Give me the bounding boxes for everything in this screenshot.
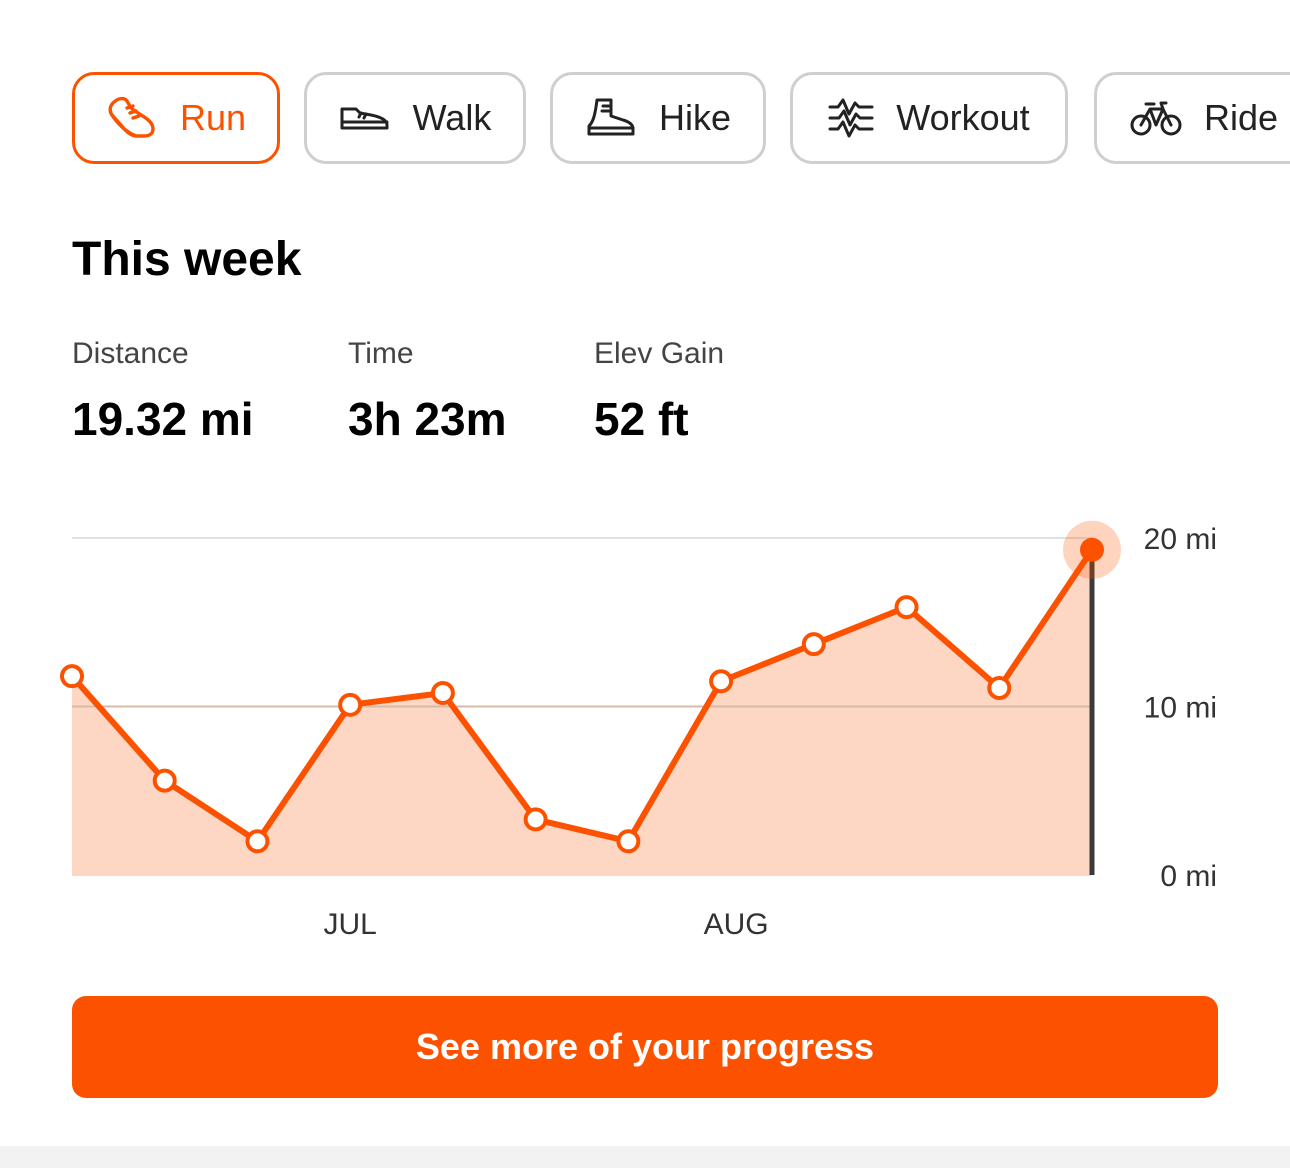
bottom-divider	[0, 1146, 1290, 1168]
tab-ride[interactable]: Ride	[1094, 72, 1290, 164]
stat-value: 3h 23m	[348, 393, 507, 445]
section-title: This week	[72, 233, 302, 286]
stat-label: Distance	[72, 337, 189, 370]
data-point	[801, 632, 826, 657]
stat-elev-gain: Elev Gain 52 ft	[594, 336, 724, 446]
stat-distance: Distance 19.32 mi	[72, 336, 254, 446]
activity-tabs: Run Walk Hike Workout Ride	[72, 72, 1290, 168]
see-progress-button[interactable]: See more of your progress	[72, 996, 1218, 1098]
shoe-run-icon	[106, 94, 158, 142]
y-tick-label: 0 mi	[1160, 860, 1217, 893]
boot-hike-icon	[585, 96, 637, 140]
stat-label: Time	[348, 337, 414, 370]
tab-label: Hike	[658, 97, 732, 138]
data-point	[523, 807, 548, 832]
y-tick-label: 20 mi	[1144, 523, 1217, 556]
area-fill	[72, 549, 1092, 875]
shoe-walk-icon	[339, 101, 391, 135]
tab-label: Ride	[1203, 97, 1279, 138]
data-point	[60, 664, 84, 689]
data-point	[152, 768, 177, 793]
data-point	[430, 681, 455, 706]
tab-run[interactable]: Run	[72, 72, 280, 164]
data-point	[616, 829, 641, 854]
tab-label: Workout	[896, 97, 1030, 138]
y-tick-label: 10 mi	[1144, 692, 1217, 725]
data-point	[245, 829, 270, 854]
tab-workout[interactable]: Workout	[790, 72, 1068, 164]
workout-wave-icon	[828, 97, 874, 139]
data-point	[894, 595, 919, 620]
stat-time: Time 3h 23m	[348, 336, 507, 446]
weekly-distance-chart: 20 mi 10 mi 0 mi JUL AUG	[60, 520, 1217, 941]
tab-label: Run	[179, 97, 247, 138]
data-point-current	[1080, 537, 1104, 562]
stat-value: 52 ft	[594, 393, 689, 445]
tab-label: Walk	[412, 97, 492, 138]
data-point	[338, 692, 363, 717]
x-month-label: JUL	[324, 908, 377, 941]
data-point	[987, 675, 1012, 700]
x-month-label: AUG	[704, 908, 769, 941]
tab-walk[interactable]: Walk	[304, 72, 526, 164]
stat-label: Elev Gain	[594, 337, 725, 370]
stat-value: 19.32 mi	[72, 393, 254, 445]
data-point	[709, 669, 734, 694]
tab-hike[interactable]: Hike	[550, 72, 766, 164]
bicycle-icon	[1130, 99, 1182, 137]
